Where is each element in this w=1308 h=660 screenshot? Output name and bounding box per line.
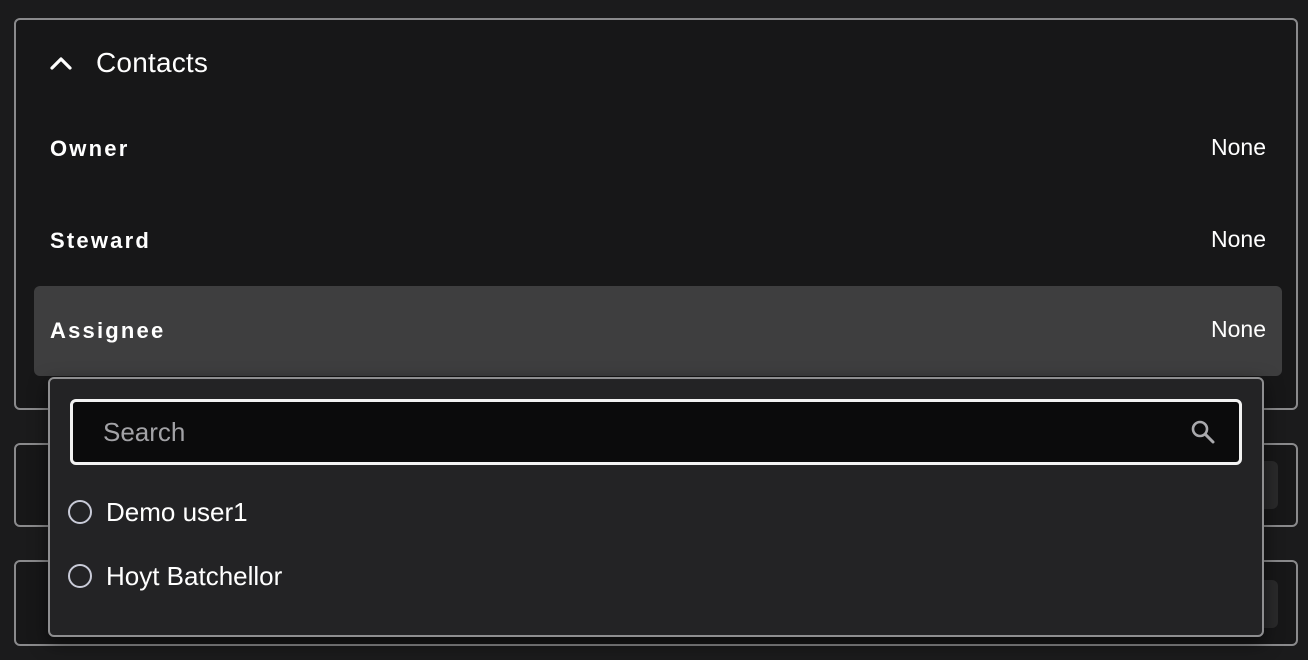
option-label: Demo user1 (106, 496, 248, 527)
contacts-panel-title: Contacts (96, 47, 209, 78)
radio-icon[interactable] (68, 500, 92, 524)
assignee-label: Assignee (50, 318, 166, 343)
owner-value: None (1211, 133, 1266, 160)
steward-field-row[interactable]: Steward None (34, 196, 1282, 286)
contacts-panel: Contacts Owner None Steward None Assigne… (14, 18, 1298, 410)
option-demo-user1[interactable]: Demo user1 (68, 490, 248, 534)
assignee-field-row[interactable]: Assignee None (34, 286, 1282, 376)
owner-field-row[interactable]: Owner None (34, 104, 1282, 194)
assignee-dropdown: Demo user1 Hoyt Batchellor (48, 377, 1264, 637)
owner-label: Owner (50, 136, 130, 161)
search-input[interactable] (103, 416, 1189, 448)
steward-label: Steward (50, 228, 151, 253)
chevron-up-icon[interactable] (48, 50, 74, 76)
contacts-panel-header[interactable]: Contacts (48, 46, 208, 80)
search-icon[interactable] (1189, 418, 1217, 446)
steward-value: None (1211, 225, 1266, 252)
search-box[interactable] (70, 399, 1242, 465)
assignee-value: None (1211, 315, 1266, 342)
option-hoyt-batchellor[interactable]: Hoyt Batchellor (68, 554, 282, 598)
option-label: Hoyt Batchellor (106, 560, 283, 591)
radio-icon[interactable] (68, 564, 92, 588)
page: Contacts Owner None Steward None Assigne… (0, 0, 1308, 660)
